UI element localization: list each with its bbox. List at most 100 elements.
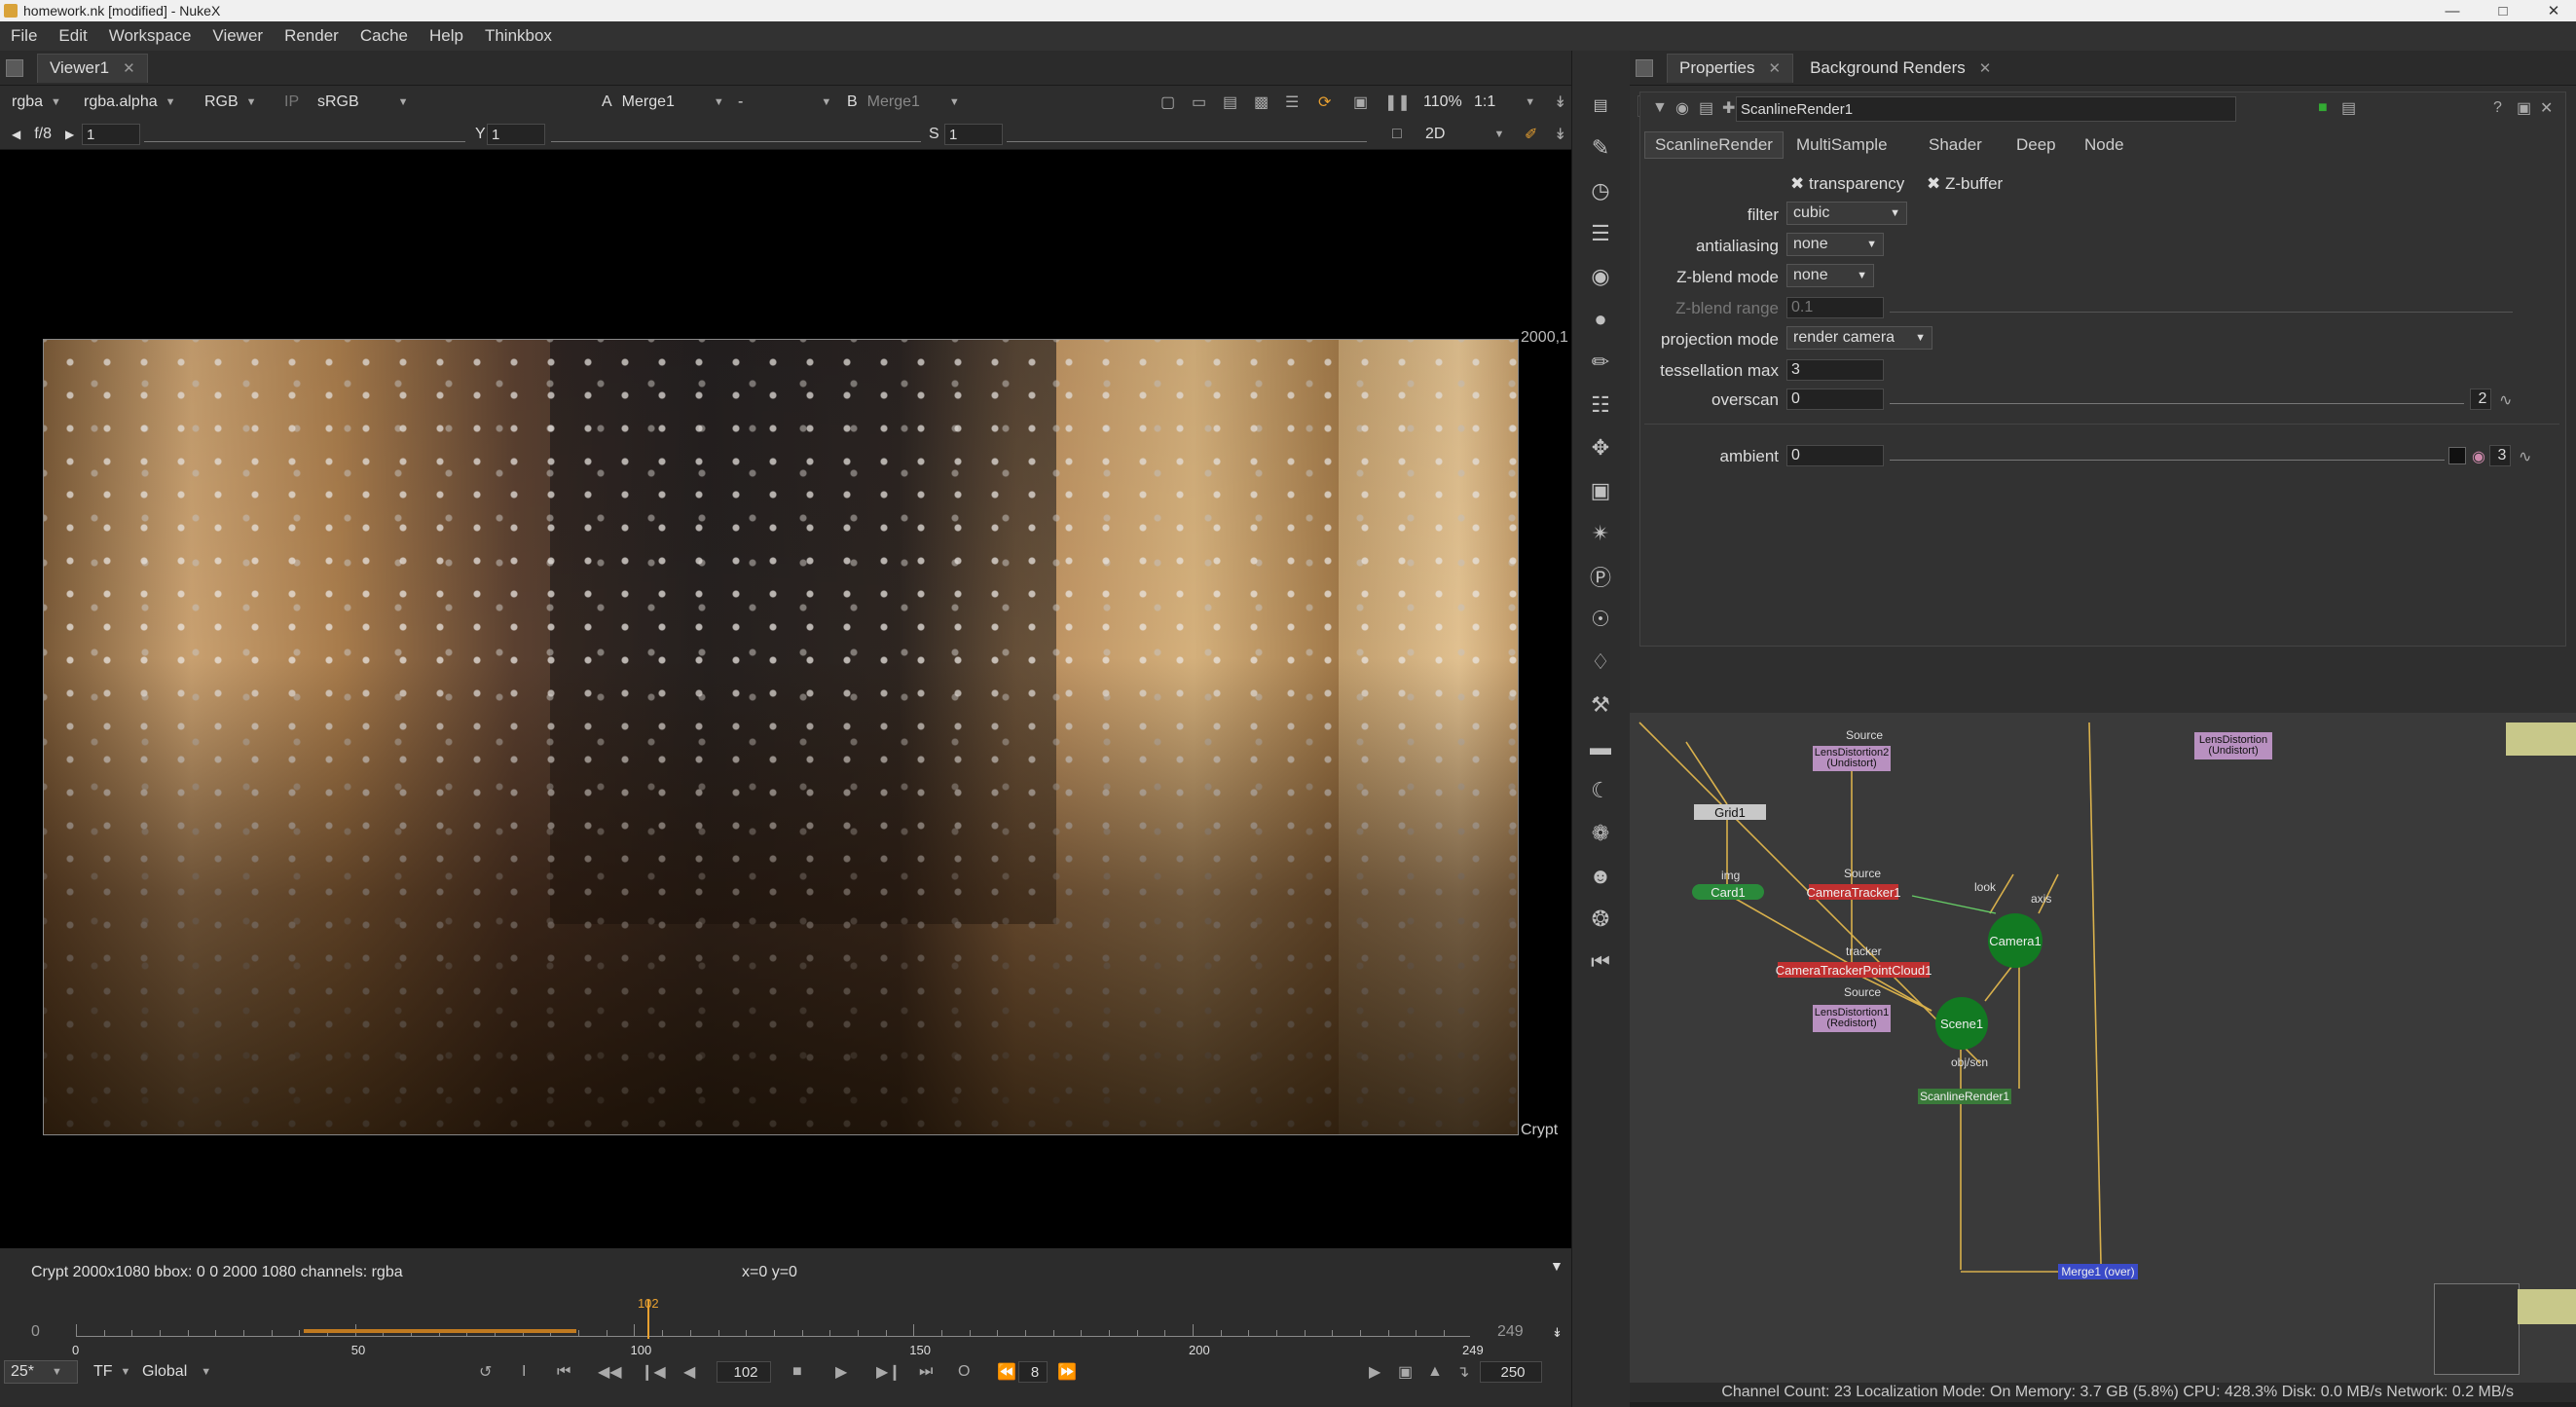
ambient-curve-icon[interactable]: ∿ [2513,445,2537,468]
node-enable-icon[interactable]: ■ [2312,96,2334,120]
image-icon[interactable]: ▤ [1587,92,1614,119]
filter-dropdown[interactable]: cubic ▼ [1786,202,1907,225]
draw-icon[interactable]: ✎ [1587,134,1614,162]
node-cameratrackerpointcloud1[interactable]: CameraTrackerPointCloud1 [1776,962,1932,978]
gain-slider[interactable] [144,129,465,142]
ambient-color-swatch[interactable] [2448,447,2466,464]
filter-icon[interactable]: ● [1587,306,1614,333]
backdrop-node[interactable] [2506,722,2576,756]
loop-mode-icon[interactable]: ↺ [473,1360,497,1384]
maximize-icon[interactable]: □ [2481,0,2525,21]
transparency-checkbox[interactable]: ✖ transparency [1790,174,1904,194]
wipe-icon[interactable]: ▤ [1217,91,1243,114]
subtab-deep[interactable]: Deep [2006,131,2066,159]
panel-close-icon[interactable]: ✕ [2534,96,2558,120]
stack-icon[interactable]: ☰ [1279,91,1305,114]
export-icon[interactable]: ↴ [1451,1360,1475,1384]
viewer-viewport[interactable]: 2000,1 Crypt [0,150,1571,1248]
subtab-scanlinerender[interactable]: ScanlineRender [1644,131,1784,159]
node-lensdistortion2[interactable]: LensDistortion2 (Undistort) [1813,746,1891,771]
pane-menu-icon[interactable] [6,58,23,77]
viewer-more-icon[interactable]: ↡ [1548,91,1572,114]
viewer-more-icon-2[interactable]: ↡ [1548,123,1572,146]
overscan-slider[interactable] [1890,390,2464,404]
deep-icon[interactable]: Ⓟ [1587,563,1614,590]
menu-render[interactable]: Render [274,26,350,46]
menu-cache[interactable]: Cache [350,26,419,46]
color-icon[interactable]: ◉ [1587,263,1614,290]
toolsets-icon[interactable]: ⚒ [1587,691,1614,719]
overscan-curve-icon[interactable]: ∿ [2493,389,2518,412]
node-card1[interactable]: Card1 [1692,884,1764,900]
node-color-swatch-icon[interactable]: ▤ [2336,96,2362,120]
tf-dropdown[interactable]: TF ▼ [88,1360,136,1384]
gain-field[interactable]: 1 [82,124,140,145]
close-properties-icon[interactable]: ✕ [1768,59,1781,77]
play-backward-icon[interactable]: ◀ [678,1360,701,1384]
panel-help-icon[interactable]: ? [2487,96,2508,120]
lock-icon[interactable]: ▲ [1421,1360,1449,1384]
tessellation-max-field[interactable]: 3 [1786,359,1884,381]
roi-icon[interactable]: ▢ [1155,91,1181,114]
in-point-icon[interactable]: I [516,1360,532,1384]
node-scene1[interactable]: Scene1 [1935,997,1988,1050]
overlay-icon[interactable]: ▩ [1248,91,1274,114]
s-slider[interactable] [1007,129,1367,142]
node-camera1[interactable]: Camera1 [1988,913,2042,968]
antialiasing-dropdown[interactable]: none ▼ [1786,233,1884,256]
step-forward-icon[interactable]: ⏩ [1051,1360,1083,1384]
input-a-dropdown[interactable]: A Merge1 ▼ [596,91,730,114]
channel-icon[interactable]: ☰ [1587,220,1614,247]
overscan-field[interactable]: 0 [1786,389,1884,410]
play-forward-icon[interactable]: ▶ [829,1360,853,1384]
paint-icon[interactable]: ✐ [1519,123,1543,146]
other-icon[interactable]: ▬ [1587,734,1614,761]
subtab-multisample[interactable]: MultiSample [1786,131,1897,159]
node-graph-navigator[interactable] [2434,1283,2520,1375]
tab-background-renders[interactable]: Background Renders ✕ [1797,54,2004,83]
node-grid1[interactable]: Grid1 [1694,804,1766,820]
props-pane-menu-icon[interactable] [1636,58,1653,77]
s-field[interactable]: 1 [944,124,1003,145]
node-graph[interactable]: Source LensDistortion2 (Undistort) Grid1… [1630,713,2576,1383]
transform-icon[interactable]: ✥ [1587,434,1614,462]
first-frame-icon[interactable]: ⏮ [551,1360,576,1384]
zblend-range-field[interactable]: 0.1 [1786,297,1884,318]
end-frame-field[interactable]: 250 [1480,1361,1542,1383]
channels-dropdown[interactable]: rgba ▼ [6,91,67,114]
3d-icon[interactable]: ▣ [1587,477,1614,504]
projection-mode-dropdown[interactable]: render camera ▼ [1786,326,1932,350]
scope-dropdown[interactable]: Global ▼ [136,1360,217,1384]
close-bgrenders-icon[interactable]: ✕ [1979,59,1992,77]
menu-thinkbox[interactable]: Thinkbox [474,26,563,46]
ambient-field[interactable]: 0 [1786,445,1884,466]
menu-workspace[interactable]: Workspace [98,26,202,46]
metadata-icon[interactable]: ♢ [1587,648,1614,676]
furnace-icon[interactable]: ☾ [1587,777,1614,804]
ip-toggle[interactable]: IP [278,91,305,114]
zbuffer-checkbox[interactable]: ✖ Z-buffer [1927,174,2003,194]
tab-properties[interactable]: Properties ✕ [1667,53,1794,83]
fit-icon[interactable]: ▣ [1347,91,1374,114]
keyer-icon[interactable]: ✏ [1587,349,1614,376]
timeline-ruler[interactable] [76,1314,1470,1337]
merge-icon[interactable]: ☷ [1587,391,1614,419]
menu-edit[interactable]: Edit [48,26,97,46]
zoom-value[interactable]: 110% [1417,91,1468,114]
overscan-count[interactable]: 2 [2470,389,2491,410]
node-scanlinerender1[interactable]: ScanlineRender1 [1918,1089,2011,1104]
ambient-count[interactable]: 3 [2489,445,2511,466]
info-expand-icon[interactable]: ▼ [1550,1258,1564,1274]
zblend-range-slider[interactable] [1890,299,2513,313]
lut-dropdown[interactable]: sRGB ▼ [312,91,415,114]
krakatoa-icon[interactable]: ❂ [1587,906,1614,933]
fps-dropdown[interactable]: 25* ▼ [4,1360,78,1384]
node-lensdistortion-undistort[interactable]: LensDistortion (Undistort) [2194,732,2272,759]
flipbook-icon[interactable]: ▶ [1363,1360,1386,1384]
safe-area-icon[interactable]: ▭ [1186,91,1212,114]
particles-icon[interactable]: ✴ [1587,520,1614,547]
compare-dropdown[interactable]: - ▼ [732,91,837,114]
render-icon[interactable]: ▣ [1392,1360,1418,1384]
stop-icon[interactable]: ■ [787,1360,808,1384]
refresh-icon[interactable]: ⟳ [1312,91,1337,114]
